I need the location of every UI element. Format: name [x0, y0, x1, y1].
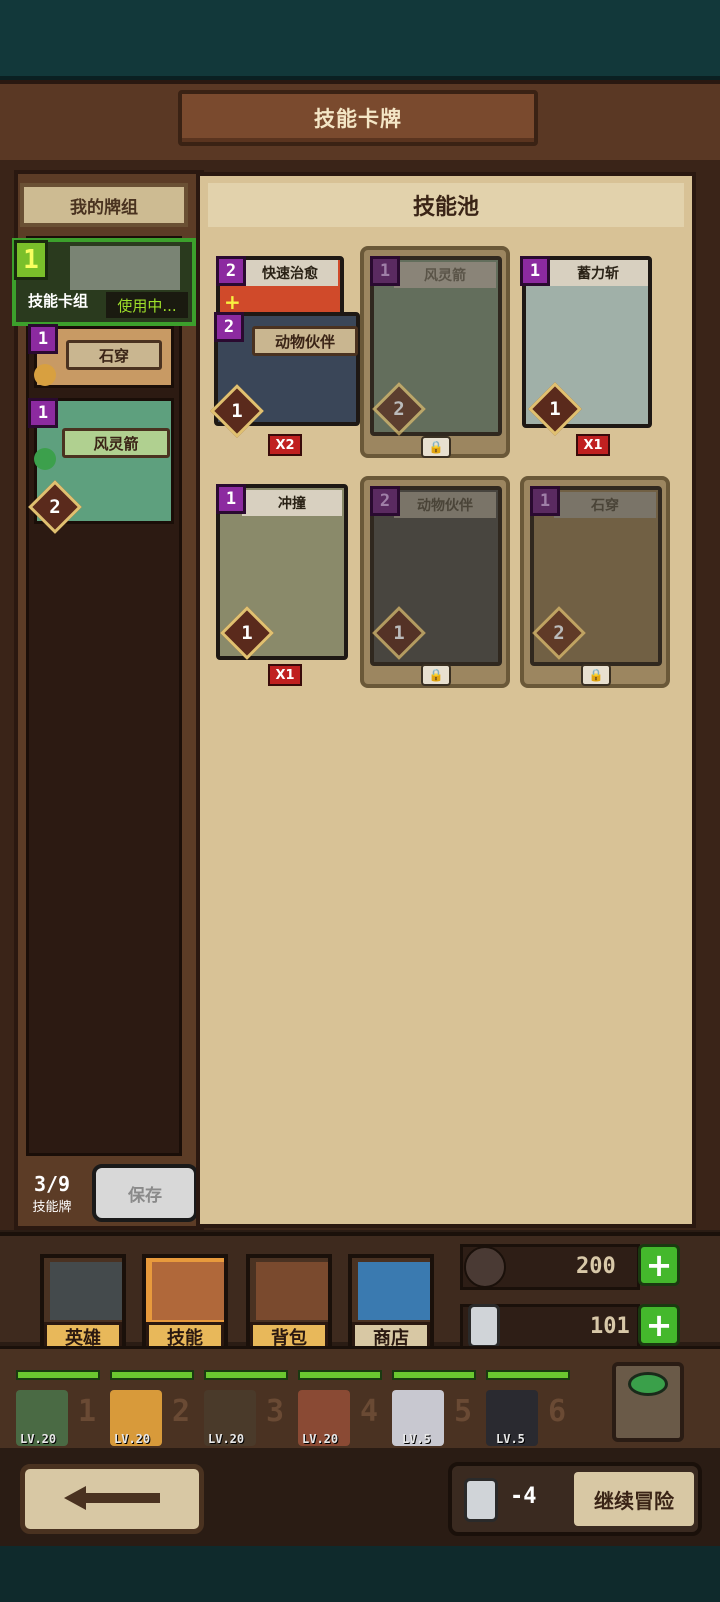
resource-value: 101 [590, 1314, 630, 1339]
add-feather-button[interactable]: + [638, 1244, 680, 1286]
deck-counter: 3/9 技能牌 [20, 1172, 84, 1220]
slot-name: 石穿 [66, 340, 162, 370]
add-potion-button[interactable]: + [638, 1304, 680, 1346]
slot-number: 2 [172, 1394, 191, 1429]
wind-element-icon [34, 448, 56, 470]
hp-bar [16, 1370, 100, 1380]
shop-icon [358, 1262, 430, 1320]
bottom-strip [0, 1546, 720, 1602]
top-bar [0, 0, 720, 80]
deck-art [70, 246, 180, 290]
deck-number: 1 [14, 240, 48, 280]
slot-number: 1 [78, 1394, 97, 1429]
card-name: 冲撞 [242, 490, 342, 516]
lock-icon: 🔒 [421, 436, 451, 458]
lock-icon: 🔒 [581, 664, 611, 686]
card-name: 动物伙伴 [394, 492, 496, 518]
card-count: X2 [268, 434, 302, 456]
slot-cost: 1 [28, 398, 58, 428]
card-level: 1 [549, 398, 561, 420]
feather-icon [464, 1246, 506, 1288]
card-name: 快速治愈 [242, 260, 338, 286]
slot-number: 3 [266, 1394, 285, 1429]
potion-bottle-icon [468, 1304, 500, 1348]
hero-level: LV.20 [302, 1432, 339, 1446]
card-count: X1 [268, 664, 302, 686]
hero-level: LV.20 [208, 1432, 245, 1446]
card-level: 2 [553, 622, 565, 644]
hero-level: LV.20 [20, 1432, 57, 1446]
hp-bar [298, 1370, 382, 1380]
save-button[interactable]: 保存 [92, 1164, 198, 1222]
card-name: 蓄力斩 [548, 260, 648, 286]
hero-level: LV.5 [496, 1432, 525, 1446]
card-name: 石穿 [554, 492, 656, 518]
pool-title: 技能池 [208, 183, 684, 227]
backpack-icon [256, 1262, 328, 1320]
deck-count-value: 3/9 [33, 1172, 71, 1196]
card-name: 风灵箭 [394, 262, 496, 288]
my-deck-tab[interactable]: 我的牌组 [20, 183, 188, 227]
hp-bar [204, 1370, 288, 1380]
card-count: X1 [576, 434, 610, 456]
card-cost: 1 [216, 484, 246, 514]
card-cost: 2 [370, 486, 400, 516]
hp-bar [486, 1370, 570, 1380]
card-level: 2 [393, 398, 405, 420]
hp-bar [110, 1370, 194, 1380]
continue-cost: -4 [510, 1484, 537, 1509]
card-cost: 1 [370, 256, 400, 286]
helmet-icon [50, 1262, 122, 1320]
potion-bottle-icon [464, 1478, 498, 1522]
skill-book-icon [152, 1262, 224, 1320]
heal-plus-icon: + [224, 290, 241, 314]
earth-element-icon [34, 364, 56, 386]
slot-number: 6 [548, 1394, 567, 1429]
deck-status: 使用中... [106, 292, 188, 318]
card-level: 1 [393, 622, 405, 644]
hero-level: LV.5 [402, 1432, 431, 1446]
continue-label: 继续冒险 [574, 1472, 694, 1526]
slot-number: 4 [360, 1394, 379, 1429]
deck-count-label: 技能牌 [32, 1200, 72, 1215]
deck-name: 技能卡组 [28, 292, 89, 310]
slot-level: 2 [49, 496, 61, 518]
eye-icon [628, 1372, 668, 1396]
resource-value: 200 [576, 1254, 616, 1279]
page-title: 技能卡牌 [178, 90, 538, 146]
card-level: 1 [231, 400, 243, 422]
slot-name: 风灵箭 [62, 428, 170, 458]
hp-bar [392, 1370, 476, 1380]
slot-cost: 1 [28, 324, 58, 354]
card-cost: 1 [520, 256, 550, 286]
card-cost: 1 [530, 486, 560, 516]
lock-icon: 🔒 [421, 664, 451, 686]
back-arrow-icon [64, 1486, 160, 1510]
card-name: 动物伙伴 [252, 326, 358, 356]
hero-level: LV.20 [114, 1432, 151, 1446]
slot-number: 5 [454, 1394, 473, 1429]
card-cost: 2 [216, 256, 246, 286]
card-level: 1 [241, 622, 253, 644]
card-cost: 2 [214, 312, 244, 342]
